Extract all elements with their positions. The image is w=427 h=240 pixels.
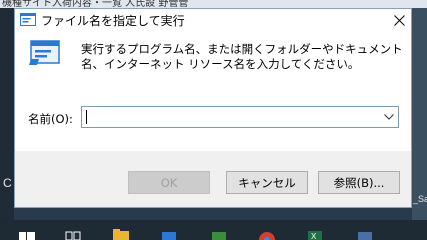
- close-icon: [393, 14, 405, 26]
- dialog-title: ファイル名を指定して実行: [41, 14, 185, 28]
- close-button[interactable]: [387, 9, 411, 31]
- dropdown-button[interactable]: [380, 107, 398, 127]
- chrome-icon[interactable]: [258, 228, 276, 240]
- app2-icon[interactable]: [356, 228, 374, 240]
- excel-icon[interactable]: X: [306, 228, 324, 240]
- cancel-button[interactable]: キャンセル: [226, 171, 308, 194]
- run-dialog: ファイル名を指定して実行 実行するプログラム名、または開くフォルダーやドキュメン…: [14, 8, 412, 208]
- background-window-strip: 機種サイト入荷内容・一覧 人氏設 野管管: [0, 0, 427, 8]
- taskbar: X: [0, 220, 427, 240]
- browse-button[interactable]: 参照(B)...: [318, 171, 400, 194]
- chevron-down-icon: [384, 114, 394, 120]
- open-input[interactable]: [82, 107, 376, 127]
- background-left-window: C: [0, 8, 14, 220]
- store-icon[interactable]: [160, 228, 178, 240]
- open-field-label: 名前(O):: [28, 112, 73, 126]
- start-icon[interactable]: [18, 228, 36, 240]
- text-cursor: [86, 110, 87, 124]
- background-left-text: C: [3, 176, 12, 190]
- file-explorer-icon[interactable]: [112, 228, 130, 240]
- background-right-window: _Sa: [412, 8, 427, 220]
- app-icon[interactable]: [210, 228, 228, 240]
- background-right-text: _Sa: [413, 194, 427, 204]
- open-combobox[interactable]: [81, 106, 399, 128]
- run-program-icon: [29, 40, 60, 65]
- title-bar[interactable]: ファイル名を指定して実行: [15, 9, 411, 31]
- dialog-description: 実行するプログラム名、または開くフォルダーやドキュメント名、インターネット リソ…: [81, 42, 403, 71]
- svg-text:X: X: [311, 232, 317, 240]
- run-app-icon: [20, 13, 36, 26]
- task-view-icon[interactable]: [64, 228, 82, 240]
- ok-button[interactable]: OK: [128, 171, 210, 194]
- background-window-text: 機種サイト入荷内容・一覧 人氏設 野管管: [2, 0, 189, 8]
- dialog-footer: OK キャンセル 参照(B)...: [15, 151, 411, 207]
